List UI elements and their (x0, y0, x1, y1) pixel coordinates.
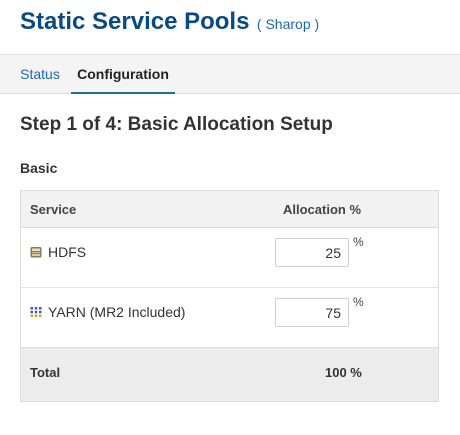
allocation-table: Service Allocation % HDFS % (20, 190, 439, 402)
tab-configuration[interactable]: Configuration (71, 55, 175, 94)
service-name: HDFS (48, 244, 87, 260)
column-header-allocation: Allocation % (283, 202, 362, 217)
percent-unit: % (353, 235, 364, 249)
table-header-row: Service Allocation % (21, 191, 438, 228)
yarn-icon (30, 307, 42, 317)
tab-bar: Status Configuration (0, 54, 460, 94)
table-total-row: Total 100 % (21, 348, 438, 401)
hdfs-icon (30, 247, 42, 258)
cluster-link[interactable]: ( Sharop ) (257, 16, 319, 32)
total-value: 100 % (325, 365, 362, 380)
service-name: YARN (MR2 Included) (48, 304, 186, 320)
section-label-basic: Basic (20, 160, 58, 176)
service-cell: HDFS (30, 244, 86, 262)
total-label: Total (30, 365, 61, 380)
page-title: Static Service Pools (20, 8, 250, 35)
column-header-service: Service (30, 202, 77, 217)
tab-status[interactable]: Status (10, 55, 70, 94)
table-row: HDFS % (21, 228, 438, 288)
hdfs-allocation-input[interactable] (275, 238, 349, 267)
page-header: Static Service Pools ( Sharop ) (20, 8, 319, 38)
table-row: YARN (MR2 Included) % (21, 288, 438, 348)
service-cell: YARN (MR2 Included) (30, 304, 185, 322)
percent-unit: % (353, 295, 364, 309)
step-title: Step 1 of 4: Basic Allocation Setup (20, 114, 333, 135)
yarn-allocation-input[interactable] (275, 298, 349, 327)
